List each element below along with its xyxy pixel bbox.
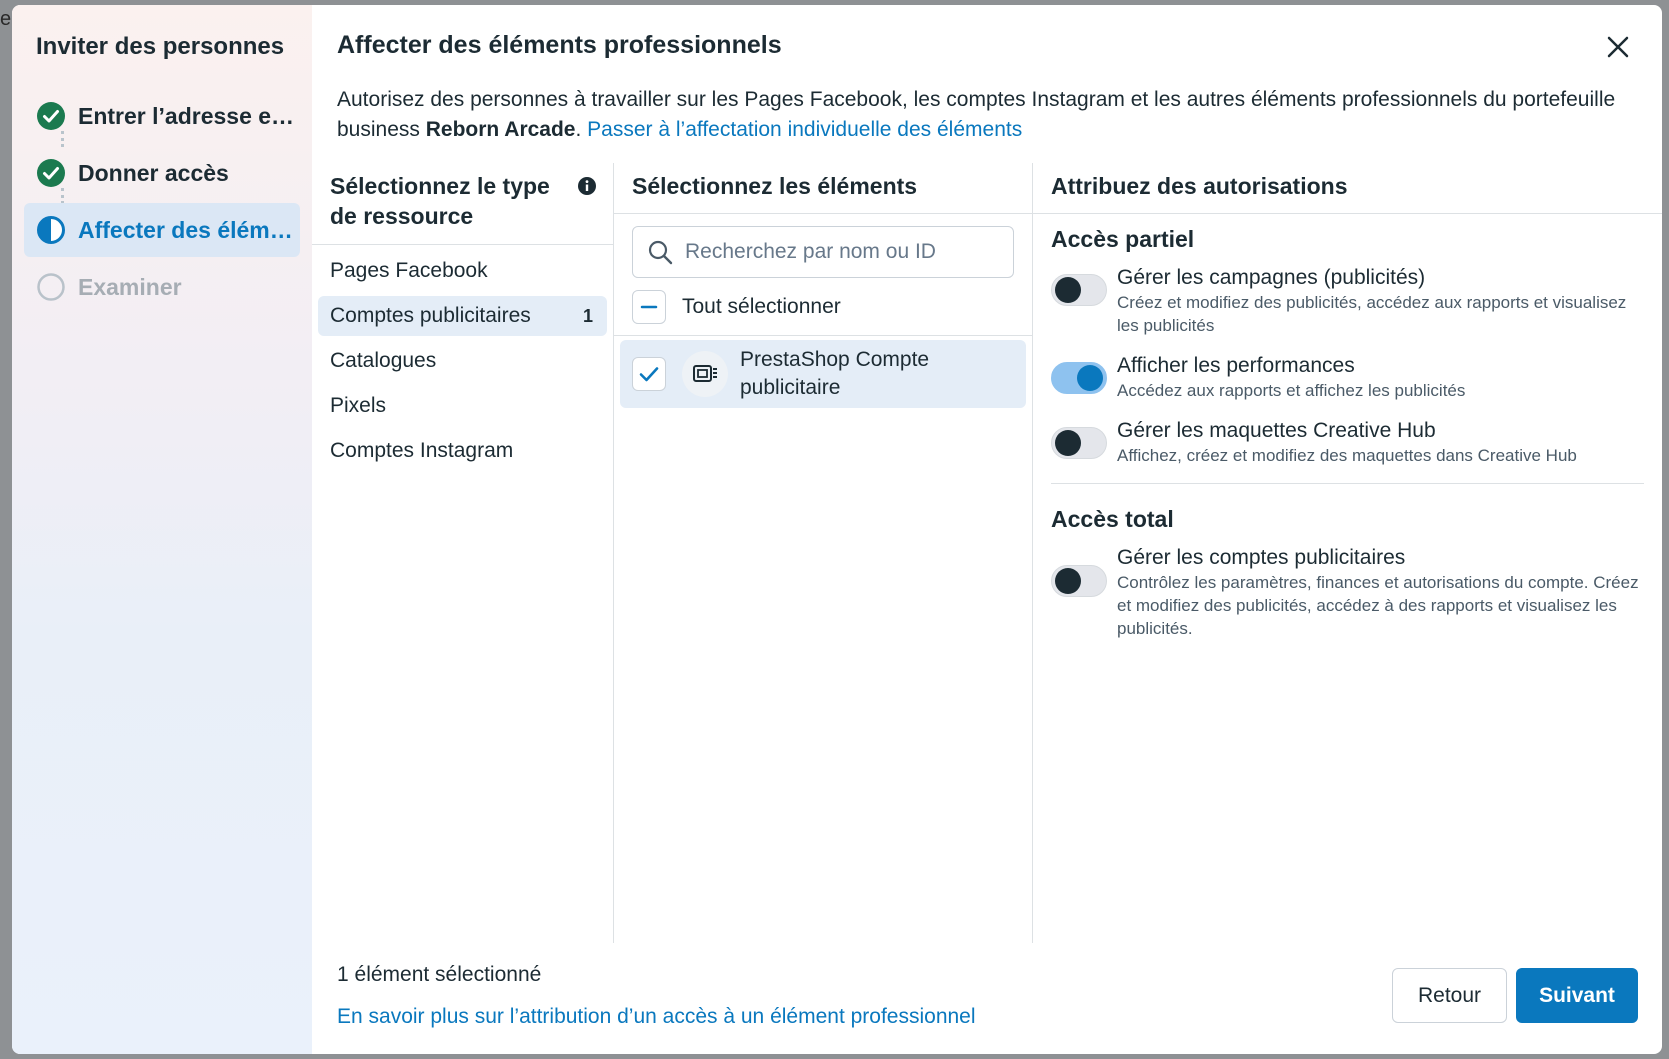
minus-icon bbox=[640, 305, 658, 308]
intro-period: . bbox=[575, 118, 582, 141]
select-all-checkbox[interactable] bbox=[632, 289, 666, 324]
dialog-title: Affecter des éléments professionnels bbox=[337, 31, 782, 59]
partial-access-section: Accès partiel Gérer les campagnes (publi… bbox=[1033, 226, 1662, 467]
step-grant-access[interactable]: Donner accès bbox=[24, 146, 300, 200]
section-divider bbox=[1051, 483, 1644, 484]
full-access-title: Accès total bbox=[1051, 506, 1174, 532]
learn-more-link[interactable]: En savoir plus sur l’attribution d’un ac… bbox=[337, 1005, 976, 1029]
asset-checkbox[interactable] bbox=[632, 357, 666, 391]
backdrop-text: e bbox=[0, 8, 12, 30]
perm-manage-ad-accounts: Gérer les comptes publicitaires Contrôle… bbox=[1051, 545, 1644, 640]
perm-desc: Affichez, créez et modifiez des maquette… bbox=[1117, 446, 1577, 465]
selected-count: 1 élément sélectionné bbox=[337, 963, 542, 986]
perm-name: Afficher les performances bbox=[1117, 354, 1355, 377]
perm-name: Gérer les comptes publicitaires bbox=[1117, 546, 1406, 569]
search-icon bbox=[648, 240, 673, 265]
toggle-knob bbox=[1055, 277, 1081, 303]
resource-label: Catalogues bbox=[330, 349, 437, 372]
intro-text: Autorisez des personnes à travailler sur… bbox=[337, 85, 1657, 145]
resource-ad-accounts[interactable]: Comptes publicitaires 1 bbox=[318, 296, 607, 336]
columns: Sélectionnez le type de ressource Pages … bbox=[312, 163, 1662, 943]
permissions-column: Attribuez des autorisations Accès partie… bbox=[1033, 163, 1662, 943]
check-circle-icon bbox=[37, 159, 65, 187]
check-circle-icon bbox=[37, 102, 65, 130]
step-label: Entrer l’adresse e… bbox=[78, 102, 295, 129]
individual-assignment-link[interactable]: Passer à l’affectation individuelle des … bbox=[587, 118, 1022, 141]
resource-pages-facebook[interactable]: Pages Facebook bbox=[318, 251, 607, 291]
search-input[interactable] bbox=[685, 240, 985, 264]
resource-type-column: Sélectionnez le type de ressource Pages … bbox=[312, 163, 614, 943]
stepper-title: Inviter des personnes bbox=[36, 33, 285, 60]
select-all-label: Tout sélectionner bbox=[682, 294, 841, 318]
step-review[interactable]: Examiner bbox=[24, 260, 300, 314]
close-icon bbox=[1607, 36, 1629, 58]
checkmark-icon bbox=[639, 367, 659, 382]
toggle-manage-creative-hub[interactable] bbox=[1051, 427, 1107, 459]
asset-name: PrestaShop Compte publicitaire bbox=[740, 348, 930, 399]
back-button[interactable]: Retour bbox=[1392, 968, 1507, 1023]
toggle-manage-ad-accounts[interactable] bbox=[1051, 565, 1107, 597]
resource-label: Comptes Instagram bbox=[330, 439, 514, 462]
permissions-header: Attribuez des autorisations bbox=[1033, 163, 1662, 214]
perm-desc: Créez et modifiez des publicités, accéde… bbox=[1117, 293, 1627, 335]
step-label: Examiner bbox=[78, 273, 182, 300]
business-name: Reborn Arcade bbox=[425, 118, 576, 141]
resource-type-list: Pages Facebook Comptes publicitaires 1 C… bbox=[312, 245, 613, 471]
perm-text: Afficher les performances Accédez aux ra… bbox=[1117, 353, 1644, 402]
step-label: Affecter des élém… bbox=[78, 216, 293, 243]
toggle-knob bbox=[1077, 365, 1103, 391]
step-assign-assets[interactable]: Affecter des élém… bbox=[24, 203, 300, 257]
info-icon[interactable] bbox=[577, 176, 597, 196]
perm-text: Gérer les maquettes Creative Hub Affiche… bbox=[1117, 418, 1644, 467]
half-circle-icon bbox=[37, 216, 65, 244]
stepper-panel: Inviter des personnes Entrer l’adresse e… bbox=[12, 5, 312, 1054]
resource-pixels[interactable]: Pixels bbox=[318, 386, 607, 426]
assets-header: Sélectionnez les éléments bbox=[614, 163, 1032, 214]
empty-circle-icon bbox=[37, 273, 65, 301]
perm-text: Gérer les comptes publicitaires Contrôle… bbox=[1117, 545, 1644, 640]
main-panel: Affecter des éléments professionnels Aut… bbox=[312, 5, 1662, 1054]
close-button[interactable] bbox=[1602, 31, 1634, 63]
resource-count-badge: 1 bbox=[582, 305, 593, 326]
select-all-row[interactable]: Tout sélectionner bbox=[614, 278, 1032, 336]
toggle-knob bbox=[1055, 568, 1081, 594]
perm-manage-campaigns: Gérer les campagnes (publicités) Créez e… bbox=[1051, 265, 1644, 337]
steps-list: Entrer l’adresse e… Donner accès Affecte… bbox=[24, 89, 300, 314]
partial-access-title: Accès partiel bbox=[1051, 226, 1195, 252]
asset-avatar bbox=[682, 351, 728, 397]
assets-column: Sélectionnez les éléments Tout sélection… bbox=[614, 163, 1033, 943]
resource-label: Pixels bbox=[330, 394, 387, 417]
resource-type-header: Sélectionnez le type de ressource bbox=[312, 163, 613, 245]
next-button[interactable]: Suivant bbox=[1516, 968, 1638, 1023]
toggle-manage-campaigns[interactable] bbox=[1051, 274, 1107, 306]
search-box[interactable] bbox=[632, 226, 1014, 278]
asset-row[interactable]: PrestaShop Compte publicitaire bbox=[620, 340, 1026, 408]
perm-manage-creative-hub: Gérer les maquettes Creative Hub Affiche… bbox=[1051, 418, 1644, 467]
ad-account-icon bbox=[693, 365, 717, 382]
perm-name: Gérer les maquettes Creative Hub bbox=[1117, 419, 1436, 442]
resource-label: Comptes publicitaires bbox=[330, 304, 531, 327]
resource-instagram-accounts[interactable]: Comptes Instagram bbox=[318, 431, 607, 471]
perm-view-performance: Afficher les performances Accédez aux ra… bbox=[1051, 353, 1644, 402]
full-access-section: Accès total Gérer les comptes publicitai… bbox=[1033, 506, 1662, 640]
resource-type-title: Sélectionnez le type de ressource bbox=[330, 173, 550, 229]
toggle-knob bbox=[1055, 430, 1081, 456]
step-label: Donner accès bbox=[78, 159, 229, 186]
toggle-view-performance[interactable] bbox=[1051, 362, 1107, 394]
perm-desc: Contrôlez les paramètres, finances et au… bbox=[1117, 573, 1639, 638]
perm-text: Gérer les campagnes (publicités) Créez e… bbox=[1117, 265, 1644, 337]
perm-name: Gérer les campagnes (publicités) bbox=[1117, 266, 1426, 289]
invite-dialog: Inviter des personnes Entrer l’adresse e… bbox=[12, 5, 1662, 1054]
resource-catalogs[interactable]: Catalogues bbox=[318, 341, 607, 381]
resource-label: Pages Facebook bbox=[330, 259, 488, 282]
step-enter-email[interactable]: Entrer l’adresse e… bbox=[24, 89, 300, 143]
perm-desc: Accédez aux rapports et affichez les pub… bbox=[1117, 381, 1466, 400]
